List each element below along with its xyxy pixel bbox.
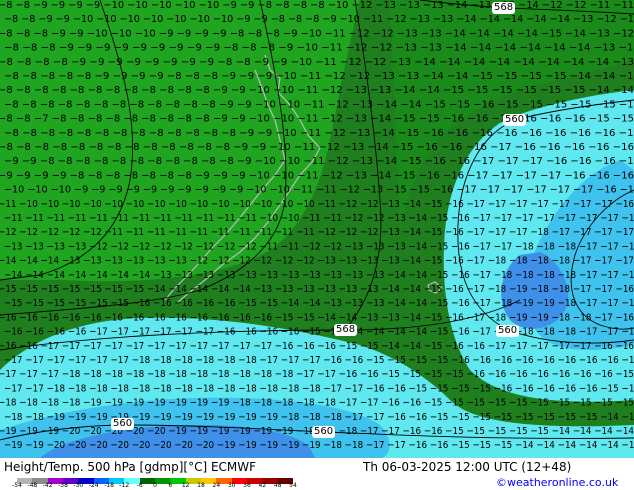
isotherm-row: −11 −11 −11 −11 −11 −11 −11 −11 −11 −11 … xyxy=(4,213,634,224)
legend-tick: -24 xyxy=(88,482,99,489)
isotherm-row: −17 −17 −18 −18 −18 −18 −18 −18 −18 −18 … xyxy=(4,383,634,394)
legend-tick: 54 xyxy=(289,482,297,489)
legend-tick: -48 xyxy=(27,482,38,489)
isotherm-row: −11 −10 −10 −10 −10 −10 −10 −10 −10 −10 … xyxy=(0,199,634,210)
legend-tick: 12 xyxy=(181,482,190,489)
isotherm-row: −18 −18 −19 −19 −19 −19 −19 −19 −19 −19 … xyxy=(4,412,634,423)
isotherm-row: −19 −19 −20 −20 −20 −20 −20 −20 −20 −20 … xyxy=(4,440,634,451)
legend-tick: -38 xyxy=(58,482,68,489)
contour-label-560-east: 560 xyxy=(503,114,527,126)
isotherm-row: −14 −14 −14 −14 −14 −14 −14 −13 −13 −13 … xyxy=(4,270,634,281)
legend-tick: -42 xyxy=(42,482,53,489)
legend-tick: 30 xyxy=(227,482,236,489)
isotherm-row: −8 −8 −8 −8 −9 −9 −9 −9 −9 −9 −9 −9 −8 −… xyxy=(0,57,634,68)
isotherm-row: −15 −15 −15 −15 −15 −15 −15 −14 −14 −14 … xyxy=(0,284,634,295)
legend-tick: 24 xyxy=(212,482,221,489)
isotherm-row: −17 −17 −17 −17 −17 −17 −18 −18 −18 −18 … xyxy=(4,355,634,366)
contour-label-568-top: 568 xyxy=(492,2,516,14)
isotherm-row: −13 −13 −13 −13 −12 −12 −12 −12 −12 −12 … xyxy=(4,241,634,252)
credit-link[interactable]: ©weatheronline.co.uk xyxy=(496,476,618,489)
isotherm-row: −12 −12 −12 −12 −12 −11 −11 −11 −11 −11 … xyxy=(0,227,634,238)
isotherm-row: −17 −17 −17 −18 −18 −18 −18 −18 −18 −18 … xyxy=(0,369,634,380)
isotherm-row: −8 −8 −8 −9 −9 −10 −10 −10 −9 −9 −9 −9 −… xyxy=(0,28,634,39)
isotherm-row: −8 −8 −8 −8 −8 −8 −8 −8 −8 −8 −8 −8 −8 −… xyxy=(0,142,634,153)
isotherm-row: −8 −8 −7 −8 −8 −8 −8 −8 −8 −8 −8 −8 −9 −… xyxy=(0,114,634,125)
contour-label-560-south-west: 560 xyxy=(111,418,135,430)
isotherm-row: −8 −8 −8 −9 −9 −9 −9 −9 −9 −9 −9 −9 −8 −… xyxy=(4,43,634,54)
isotherm-row: −9 −9 −8 −8 −8 −8 −8 −8 −8 −8 −8 −8 −8 −… xyxy=(4,156,634,167)
contour-label-560-mid: 560 xyxy=(496,325,520,337)
isotherm-row: −14 −14 −14 −13 −13 −13 −13 −13 −13 −12 … xyxy=(0,256,634,267)
legend-tick: -18 xyxy=(104,482,114,489)
weather-map: −8 −8 −9 −9 −9 −9 −10 −10 −10 −10 −10 −9… xyxy=(0,0,634,458)
contour-label-560-south: 560 xyxy=(312,426,336,438)
isotherm-row: −18 −18 −18 −18 −19 −19 −19 −19 −19 −19 … xyxy=(0,398,634,409)
isotherm-row: −8 −8 −8 −8 −8 −8 −8 −8 −8 −8 −8 −8 −9 −… xyxy=(4,99,634,110)
legend-tick: -6 xyxy=(136,482,143,489)
legend-tick: 48 xyxy=(273,482,282,489)
legend-tick: 42 xyxy=(258,482,267,489)
legend-tick: 6 xyxy=(168,482,173,489)
legend-tick: 18 xyxy=(197,482,205,489)
legend-tick: -54 xyxy=(12,482,22,489)
legend-tick: -12 xyxy=(119,482,130,489)
map-footer: Height/Temp. 500 hPa [gdmp][°C] ECMWF Th… xyxy=(0,458,634,490)
isotherm-row: −8 −8 −9 −9 −10 −10 −10 −10 −10 −10 −10 … xyxy=(4,14,634,25)
isotherm-row: −8 −8 −8 −8 −8 −8 −8 −8 −8 −8 −8 −8 −8 −… xyxy=(4,128,634,139)
isotherm-row: −15 −15 −15 −15 −15 −15 −16 −16 −16 −16 … xyxy=(4,298,634,309)
isotherm-row: −10 −10 −10 −9 −9 −9 −9 −9 −9 −9 −9 −9 −… xyxy=(4,185,634,196)
legend-tick: 36 xyxy=(243,482,251,489)
isotherm-row: −8 −8 −8 −8 −8 −9 −9 −9 −9 −8 −8 −8 −9 −… xyxy=(4,71,634,82)
isotherm-row: −16 −16 −16 −16 −16 −16 −16 −16 −16 −16 … xyxy=(0,312,634,323)
isotherm-row: −16 −16 −17 −17 −17 −17 −17 −17 −17 −17 … xyxy=(0,341,634,352)
isotherm-row: −9 −9 −9 −9 −8 −8 −8 −8 −8 −8 −8 −9 −9 −… xyxy=(0,170,634,181)
legend-tick: 0 xyxy=(153,482,157,489)
chart-title: Height/Temp. 500 hPa [gdmp][°C] ECMWF xyxy=(4,460,257,474)
legend-tick: -30 xyxy=(73,482,84,489)
valid-datetime: Th 06-03-2025 12:00 UTC (12+48) xyxy=(363,460,572,474)
isotherm-row: −16 −16 −16 −16 −17 −17 −17 −17 −17 −17 … xyxy=(4,327,634,338)
isotherm-row: −8 −8 −9 −9 −9 −9 −10 −10 −10 −10 −10 −9… xyxy=(0,0,634,11)
map-canvas: −8 −8 −9 −9 −9 −9 −10 −10 −10 −10 −10 −9… xyxy=(0,0,634,458)
color-legend-ticks: -54 -48 -42 -38 -30 -24 -18 -12 -6 0 6 12 18 24 30 36 42… xyxy=(10,482,300,490)
contour-label-568-mid: 568 xyxy=(334,324,358,336)
isotherm-row: −8 −8 −8 −8 −8 −8 −8 −8 −8 −8 −8 −8 −9 −… xyxy=(0,85,634,96)
